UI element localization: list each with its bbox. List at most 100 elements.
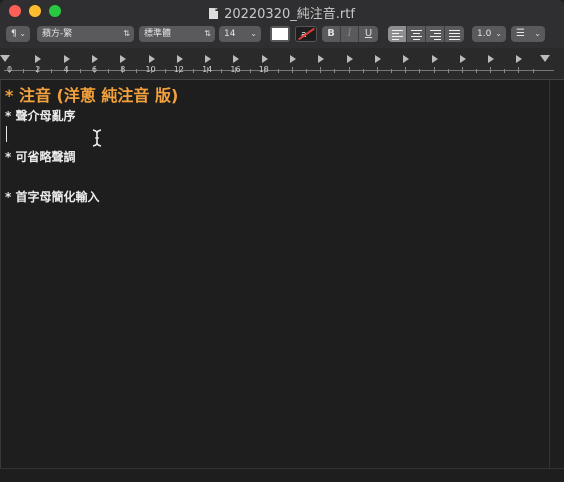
typeface-value: 標準體 [144, 29, 172, 39]
text-cursor [6, 126, 7, 142]
ruler[interactable]: 0 2 4 6 8 10 12 14 16 18 [0, 48, 564, 80]
ruler-tick [23, 69, 25, 73]
ruler-number: 6 [91, 65, 97, 74]
ruler-number: 4 [63, 65, 69, 74]
ruler-tick [249, 69, 251, 73]
ruler-tick [320, 67, 322, 73]
tab-stop-marker[interactable] [120, 55, 127, 63]
document-line: * 首字母簡化輸入 [5, 190, 100, 204]
ruler-number: 2 [35, 65, 41, 74]
window-title-text: 20220320_純注音.rtf [224, 7, 355, 22]
ruler-baseline [4, 70, 554, 71]
text-style-segmented: B I U [322, 26, 378, 42]
ruler-tick [362, 69, 364, 73]
ruler-tick [334, 69, 336, 73]
ruler-tick [277, 69, 279, 73]
document-heading: * 注音 (洋蔥 純注音 版) [5, 86, 179, 105]
alignment-segmented [388, 26, 464, 42]
ruler-tick [475, 69, 477, 73]
line-spacing-value: 1.0 [477, 29, 492, 39]
ruler-tick [192, 69, 194, 73]
align-center-button[interactable] [407, 26, 426, 42]
underline-button[interactable]: U [359, 26, 378, 42]
right-margin-marker[interactable] [540, 55, 550, 62]
up-down-arrows-icon: ⇅ [204, 29, 211, 38]
left-margin-marker[interactable] [0, 55, 10, 62]
tab-stop-marker[interactable] [516, 55, 523, 63]
tab-stop-marker[interactable] [63, 55, 70, 63]
ruler-number: 10 [145, 65, 156, 74]
bullet-list-icon: ☰ [516, 28, 525, 39]
text-color-well[interactable] [270, 26, 290, 42]
paragraph-style-label: ¶ [11, 29, 17, 39]
ruler-tick [490, 67, 492, 73]
ruler-number: 8 [120, 65, 126, 74]
tab-stop-marker[interactable] [431, 55, 438, 63]
text-editor[interactable]: * 注音 (洋蔥 純注音 版) * 聲介母亂序 * 可省略聲調 * 首字母簡化輸… [1, 80, 549, 468]
tab-stop-marker[interactable] [290, 55, 296, 63]
ruler-tick [348, 67, 350, 73]
ruler-number: 16 [230, 65, 241, 74]
document-icon [209, 8, 219, 19]
font-size-value: 14 [224, 29, 236, 39]
tab-stop-marker[interactable] [318, 55, 325, 63]
tab-stop-marker[interactable] [233, 55, 240, 63]
ruler-tick [221, 69, 223, 73]
background-color-well[interactable]: a [295, 26, 317, 42]
bottom-edge [0, 468, 564, 482]
vertical-scrollbar[interactable] [549, 80, 564, 468]
tab-stop-marker[interactable] [346, 55, 353, 63]
tab-stop-marker[interactable] [176, 55, 183, 63]
ruler-tick [504, 69, 506, 73]
ruler-tick [419, 69, 421, 73]
ruler-number: 0 [7, 65, 13, 74]
ruler-tick [79, 69, 81, 73]
bold-button[interactable]: B [322, 26, 341, 42]
ruler-tick [461, 67, 463, 73]
format-toolbar: ¶ ⌄ 蘋方-繁 ⇅ 標準體 ⇅ 14 ⌄ a B I U [0, 22, 564, 48]
ruler-tick [51, 69, 53, 73]
textedit-window: 20220320_純注音.rtf ¶ ⌄ 蘋方-繁 ⇅ 標準體 ⇅ 14 ⌄ a… [0, 0, 564, 482]
align-center-icon [410, 30, 422, 40]
tab-stop-marker[interactable] [403, 55, 410, 63]
tab-stop-marker[interactable] [35, 55, 42, 63]
tab-stop-marker[interactable] [374, 55, 381, 63]
font-family-value: 蘋方-繁 [42, 29, 73, 39]
font-size-combo[interactable]: 14 ⌄ [219, 26, 261, 42]
chevron-down-icon: ⌄ [534, 29, 541, 38]
ruler-tick [306, 69, 308, 73]
ruler-tick [164, 69, 166, 73]
align-left-button[interactable] [388, 26, 407, 42]
paragraph-style-popup[interactable]: ¶ ⌄ [6, 26, 30, 42]
ruler-tick [447, 69, 449, 73]
line-spacing-popup[interactable]: 1.0 ⌄ [472, 26, 506, 42]
window-title: 20220320_純注音.rtf [0, 3, 564, 22]
tab-stop-marker[interactable] [205, 55, 212, 63]
align-right-icon [429, 30, 441, 40]
tab-stop-marker[interactable] [148, 55, 155, 63]
document-line: * 聲介母亂序 [5, 109, 76, 123]
justify-icon [449, 30, 460, 40]
title-bar: 20220320_純注音.rtf [0, 0, 564, 22]
justify-button[interactable] [445, 26, 464, 42]
text-color-swatch [272, 28, 288, 40]
ruler-tick [292, 67, 293, 73]
document-line: * 可省略聲調 [5, 150, 76, 164]
ruler-tick [376, 67, 378, 73]
ruler-number: 18 [258, 65, 269, 74]
ruler-tick [405, 67, 407, 73]
tab-stop-marker[interactable] [91, 55, 98, 63]
ruler-tick [136, 69, 138, 73]
ruler-tick [532, 69, 534, 73]
typeface-popup[interactable]: 標準體 ⇅ [139, 26, 215, 42]
list-style-popup[interactable]: ☰ ⌄ [511, 26, 545, 42]
italic-button[interactable]: I [341, 26, 359, 42]
font-family-popup[interactable]: 蘋方-繁 ⇅ [37, 26, 134, 42]
tab-stop-marker[interactable] [261, 55, 268, 63]
tab-stop-marker[interactable] [488, 55, 495, 63]
align-left-icon [391, 30, 403, 40]
align-right-button[interactable] [426, 26, 445, 42]
chevron-down-icon: ⌄ [19, 29, 26, 38]
tab-stop-marker[interactable] [459, 55, 466, 63]
chevron-down-icon: ⌄ [495, 29, 502, 38]
